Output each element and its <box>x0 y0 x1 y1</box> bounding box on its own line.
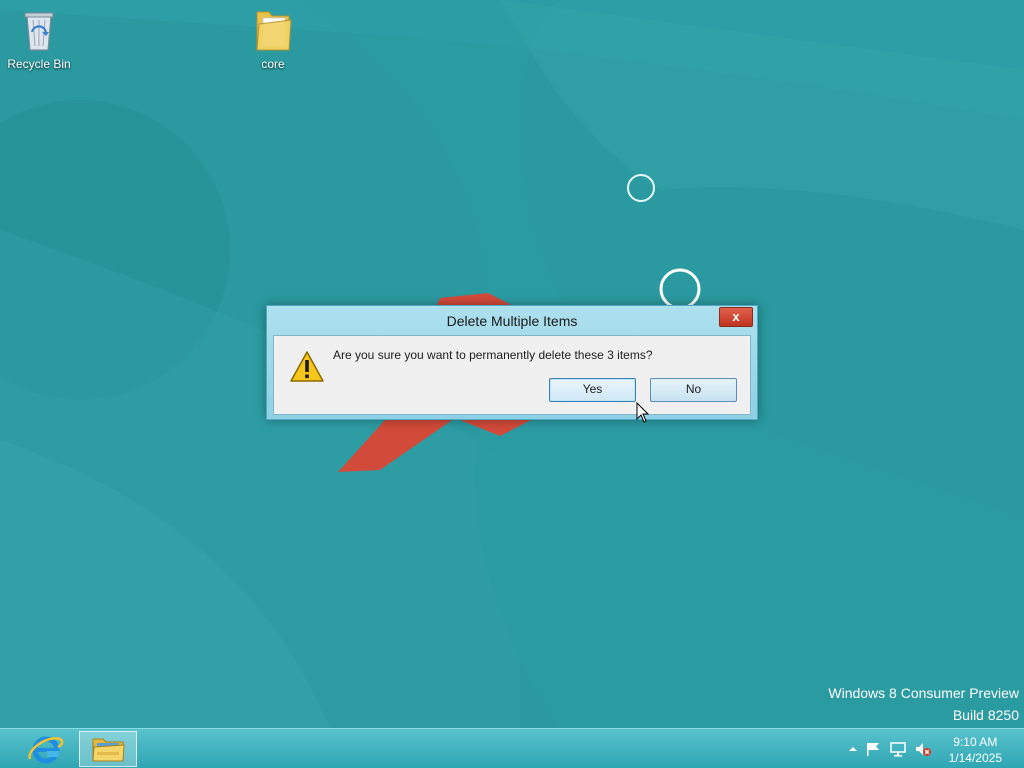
desktop-icon-core-folder[interactable]: core <box>235 6 311 71</box>
delete-confirmation-dialog: Delete Multiple Items x Are you sure you… <box>266 305 758 420</box>
dialog-message: Are you sure you want to permanently del… <box>333 348 653 362</box>
system-tray: 9:10 AM 1/14/2025 <box>840 729 1024 768</box>
action-center-flag-icon[interactable] <box>865 741 881 757</box>
yes-button[interactable]: Yes <box>549 378 636 402</box>
desktop-icon-label: core <box>261 57 285 71</box>
desktop-icon-recycle-bin[interactable]: Recycle Bin <box>1 6 77 71</box>
watermark-line-1: Windows 8 Consumer Preview <box>828 685 1019 701</box>
clock-time: 9:10 AM <box>953 735 998 749</box>
taskbar-file-explorer-button[interactable] <box>79 731 137 767</box>
watermark-line-2: Build 8250 <box>952 707 1019 723</box>
file-explorer-icon <box>92 738 125 762</box>
taskbar-clock[interactable]: 9:10 AM 1/14/2025 <box>949 734 1002 766</box>
show-hidden-icons-chevron-icon[interactable] <box>845 741 861 757</box>
dialog-titlebar[interactable]: Delete Multiple Items x <box>267 306 757 335</box>
desktop-icon-label: Recycle Bin <box>7 57 71 71</box>
recycle-bin-icon <box>24 12 54 51</box>
no-button[interactable]: No <box>650 378 737 402</box>
folder-icon <box>256 11 292 51</box>
network-icon[interactable] <box>890 741 906 757</box>
close-icon: x <box>732 309 740 324</box>
taskbar-internet-explorer-button[interactable] <box>16 731 74 767</box>
warning-icon <box>290 351 324 382</box>
taskbar: 9:10 AM 1/14/2025 <box>0 728 1024 768</box>
dialog-title: Delete Multiple Items <box>446 313 578 329</box>
dialog-body: Are you sure you want to permanently del… <box>273 335 751 415</box>
clock-date: 1/14/2025 <box>948 751 1002 765</box>
internet-explorer-icon <box>28 736 64 764</box>
mouse-cursor-icon <box>636 402 650 423</box>
dialog-close-button[interactable]: x <box>719 307 753 327</box>
volume-muted-icon[interactable] <box>915 741 931 757</box>
os-version-watermark: Windows 8 Consumer Preview Build 8250 <box>828 684 1019 724</box>
